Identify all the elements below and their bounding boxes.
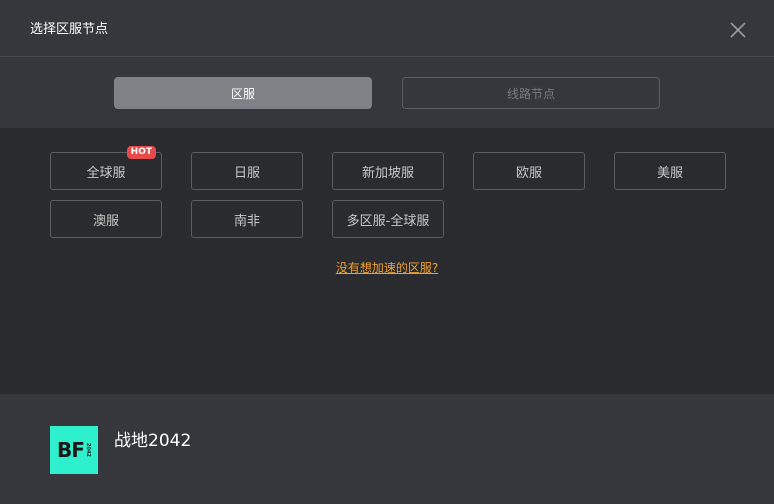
region-button-us[interactable]: 美服 bbox=[614, 152, 726, 190]
region-label: 多区服-全球服 bbox=[346, 213, 430, 229]
missing-region-link[interactable]: 没有想加速的区服? bbox=[336, 261, 438, 275]
missing-region-link-row: 没有想加速的区服? bbox=[0, 259, 774, 276]
region-label: 日服 bbox=[233, 165, 260, 181]
region-label: 欧服 bbox=[515, 165, 542, 181]
region-button-australia[interactable]: 澳服 bbox=[50, 200, 162, 238]
game-logo: BF 2042 bbox=[50, 426, 98, 474]
region-button-japan[interactable]: 日服 bbox=[191, 152, 303, 190]
region-label: 南非 bbox=[233, 213, 260, 229]
game-name: 战地2042 bbox=[114, 431, 192, 451]
region-label: 新加坡服 bbox=[361, 165, 414, 181]
tab-region[interactable]: 区服 bbox=[114, 77, 372, 109]
region-button-global[interactable]: 全球服 HOT bbox=[50, 146, 162, 190]
region-label: 澳服 bbox=[92, 213, 119, 229]
tab-bar: 区服 线路节点 bbox=[0, 57, 774, 128]
logo-sub: 2042 bbox=[84, 443, 91, 457]
region-list: 全球服 HOT 日服 新加坡服 欧服 美服 澳服 南非 多区服-全球服 没有想加… bbox=[0, 128, 774, 394]
region-button-south-africa[interactable]: 南非 bbox=[191, 200, 303, 238]
dialog-header: 选择区服节点 bbox=[0, 0, 774, 57]
logo-text: BF bbox=[57, 438, 85, 462]
dialog-title: 选择区服节点 bbox=[30, 22, 109, 37]
region-label: 全球服 bbox=[86, 165, 126, 181]
tab-node[interactable]: 线路节点 bbox=[402, 77, 660, 109]
game-footer: BF 2042 战地2042 bbox=[0, 394, 774, 504]
region-label: 美服 bbox=[656, 165, 683, 181]
close-icon[interactable] bbox=[728, 20, 748, 40]
hot-badge: HOT bbox=[126, 146, 156, 159]
region-button-europe[interactable]: 欧服 bbox=[473, 152, 585, 190]
region-button-multi-global[interactable]: 多区服-全球服 bbox=[332, 200, 444, 238]
region-button-singapore[interactable]: 新加坡服 bbox=[332, 152, 444, 190]
